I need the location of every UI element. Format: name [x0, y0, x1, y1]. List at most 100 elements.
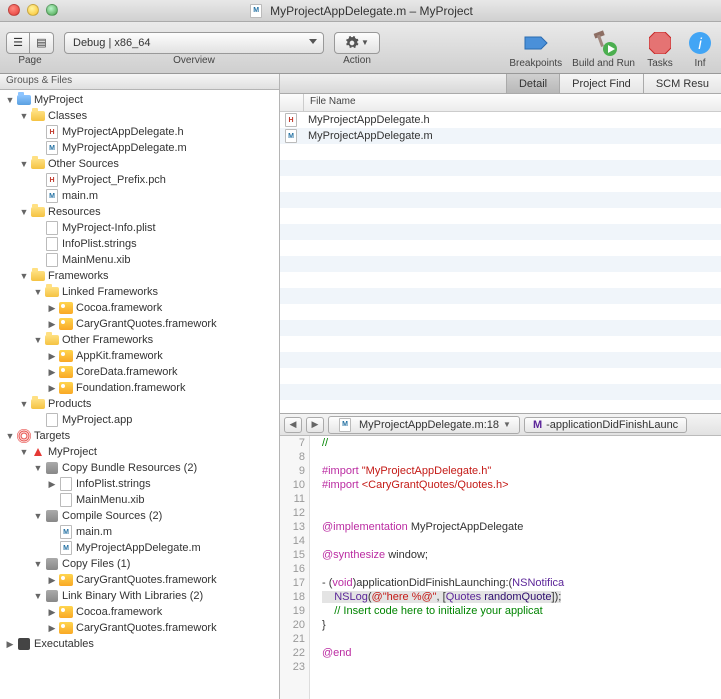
tree-item[interactable]: Copy Bundle Resources (2) — [0, 460, 279, 476]
file-list-header-name[interactable]: File Name — [304, 94, 721, 111]
tree-item[interactable]: HMyProjectAppDelegate.h — [0, 124, 279, 140]
file-list-row[interactable]: HMyProjectAppDelegate.h — [280, 112, 721, 128]
nav-back-button[interactable]: ◀ — [284, 417, 302, 433]
project-tree[interactable]: MyProjectClassesHMyProjectAppDelegate.hM… — [0, 90, 279, 699]
disclosure-triangle[interactable] — [32, 591, 44, 601]
file-generic-icon — [58, 477, 74, 491]
overview-select[interactable]: Debug | x86_64 — [64, 32, 324, 54]
close-window-button[interactable] — [8, 4, 20, 16]
disclosure-triangle[interactable] — [32, 559, 44, 569]
sidebar: Groups & Files MyProjectClassesHMyProjec… — [0, 74, 280, 699]
tree-item[interactable]: CaryGrantQuotes.framework — [0, 316, 279, 332]
disclosure-triangle[interactable] — [46, 383, 58, 394]
tasks-button[interactable] — [645, 28, 675, 58]
code-editor[interactable]: 7891011121314151617181920212223 // #impo… — [280, 436, 721, 699]
file-list-name: MyProjectAppDelegate.m — [304, 130, 437, 142]
tree-item[interactable]: CoreData.framework — [0, 364, 279, 380]
nav-forward-button[interactable]: ▶ — [306, 417, 324, 433]
tree-item[interactable]: Resources — [0, 204, 279, 220]
breakpoints-button[interactable] — [521, 28, 551, 58]
code-area[interactable]: // #import "MyProjectAppDelegate.h"#impo… — [310, 436, 721, 699]
disclosure-triangle[interactable] — [46, 367, 58, 378]
file-generic-icon — [44, 237, 60, 251]
tree-item[interactable]: Compile Sources (2) — [0, 508, 279, 524]
tree-item-label: CaryGrantQuotes.framework — [76, 622, 217, 634]
tree-item[interactable]: Targets — [0, 428, 279, 444]
disclosure-triangle[interactable] — [18, 271, 30, 281]
disclosure-triangle[interactable] — [32, 287, 44, 297]
tree-item[interactable]: CaryGrantQuotes.framework — [0, 572, 279, 588]
tree-item[interactable]: InfoPlist.strings — [0, 236, 279, 252]
file-list[interactable]: File Name HMyProjectAppDelegate.hMMyProj… — [280, 94, 721, 414]
disclosure-triangle[interactable] — [46, 319, 58, 330]
zoom-window-button[interactable] — [46, 4, 58, 16]
page-list-button[interactable]: ☰ — [6, 32, 30, 54]
tree-item-label: Other Sources — [48, 158, 119, 170]
tree-item[interactable]: MainMenu.xib — [0, 492, 279, 508]
tree-item[interactable]: Frameworks — [0, 268, 279, 284]
tree-item[interactable]: MyProject.app — [0, 412, 279, 428]
file-list-row — [280, 208, 721, 224]
file-list-row — [280, 192, 721, 208]
tree-item[interactable]: CaryGrantQuotes.framework — [0, 620, 279, 636]
tree-item[interactable]: Products — [0, 396, 279, 412]
tree-item[interactable]: Link Binary With Libraries (2) — [0, 588, 279, 604]
tree-item[interactable]: MyProject — [0, 92, 279, 108]
overview-label: Overview — [173, 55, 215, 66]
tree-item[interactable]: Foundation.framework — [0, 380, 279, 396]
file-list-row[interactable]: MMyProjectAppDelegate.m — [280, 128, 721, 144]
disclosure-triangle[interactable] — [46, 303, 58, 314]
tree-item[interactable]: InfoPlist.strings — [0, 476, 279, 492]
tree-item[interactable]: Executables — [0, 636, 279, 652]
tree-item-label: MyProjectAppDelegate.m — [62, 142, 187, 154]
tree-item-label: Other Frameworks — [62, 334, 153, 346]
tree-item[interactable]: Cocoa.framework — [0, 604, 279, 620]
tree-item[interactable]: Other Frameworks — [0, 332, 279, 348]
tree-item[interactable]: MyProject — [0, 444, 279, 460]
tree-item[interactable]: Other Sources — [0, 156, 279, 172]
disclosure-triangle[interactable] — [4, 639, 16, 650]
editor-symbol-crumb[interactable]: M -applicationDidFinishLaunc — [524, 417, 687, 433]
disclosure-triangle[interactable] — [46, 607, 58, 618]
tree-item[interactable]: AppKit.framework — [0, 348, 279, 364]
disclosure-triangle[interactable] — [46, 479, 58, 490]
tree-item[interactable]: MyProject-Info.plist — [0, 220, 279, 236]
disclosure-triangle[interactable] — [18, 111, 30, 121]
tree-item[interactable]: HMyProject_Prefix.pch — [0, 172, 279, 188]
page-file-button[interactable]: ▤ — [30, 32, 54, 54]
disclosure-triangle[interactable] — [46, 351, 58, 362]
disclosure-triangle[interactable] — [4, 95, 16, 105]
tree-item[interactable]: MMyProjectAppDelegate.m — [0, 140, 279, 156]
disclosure-triangle[interactable] — [46, 623, 58, 634]
info-label: Inf — [694, 58, 705, 69]
tree-item[interactable]: Cocoa.framework — [0, 300, 279, 316]
minimize-window-button[interactable] — [27, 4, 39, 16]
action-button[interactable]: ▼ — [334, 32, 380, 54]
tree-item[interactable]: Copy Files (1) — [0, 556, 279, 572]
tab-detail[interactable]: Detail — [506, 74, 559, 93]
tree-item-label: main.m — [62, 190, 98, 202]
disclosure-triangle[interactable] — [32, 463, 44, 473]
tree-item-label: Classes — [48, 110, 87, 122]
disclosure-triangle[interactable] — [4, 431, 16, 441]
disclosure-triangle[interactable] — [46, 575, 58, 586]
tab-project-find[interactable]: Project Find — [559, 74, 643, 93]
disclosure-triangle[interactable] — [32, 511, 44, 521]
tree-item[interactable]: Mmain.m — [0, 188, 279, 204]
build-run-button[interactable] — [589, 28, 619, 58]
tree-item[interactable]: Linked Frameworks — [0, 284, 279, 300]
disclosure-triangle[interactable] — [32, 335, 44, 345]
disclosure-triangle[interactable] — [18, 207, 30, 217]
editor-file-crumb[interactable]: M MyProjectAppDelegate.m:18 ▼ — [328, 416, 520, 434]
disclosure-triangle[interactable] — [18, 159, 30, 169]
disclosure-triangle[interactable] — [18, 447, 30, 457]
tree-item[interactable]: MMyProjectAppDelegate.m — [0, 540, 279, 556]
tree-item[interactable]: MainMenu.xib — [0, 252, 279, 268]
framework-icon — [58, 301, 74, 315]
info-button[interactable]: i — [685, 28, 715, 58]
page-segmented-control[interactable]: ☰ ▤ — [6, 32, 54, 54]
tab-scm[interactable]: SCM Resu — [643, 74, 721, 93]
tree-item[interactable]: Mmain.m — [0, 524, 279, 540]
tree-item[interactable]: Classes — [0, 108, 279, 124]
disclosure-triangle[interactable] — [18, 399, 30, 409]
